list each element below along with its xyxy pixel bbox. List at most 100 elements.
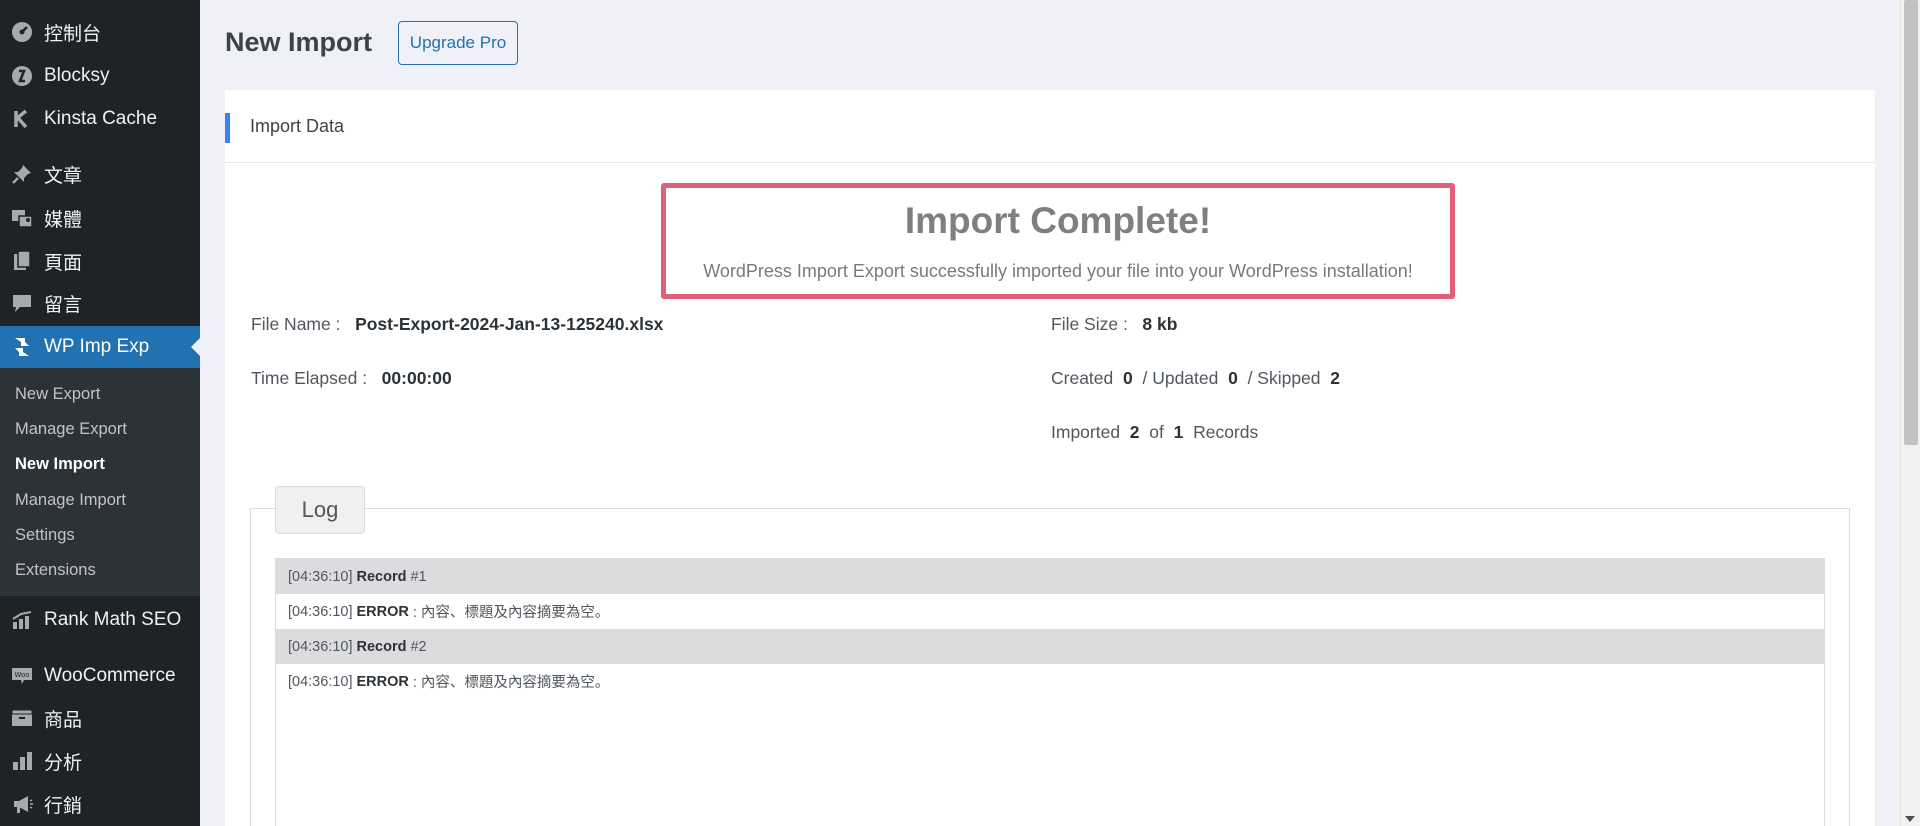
file-name-label: File Name : (251, 314, 341, 334)
card-title: Import Data (250, 116, 345, 136)
sidebar-item-woocommerce[interactable]: Woo WooCommerce (0, 656, 200, 696)
svg-text:Woo: Woo (14, 671, 29, 679)
sidebar-item-label: 文章 (44, 165, 83, 187)
media-icon (10, 206, 34, 230)
of-label: of (1149, 422, 1164, 442)
sidebar-item-comments[interactable]: 留言 (0, 283, 200, 323)
dashboard-icon (10, 20, 34, 44)
log-kind: Record (356, 638, 407, 655)
time-elapsed-info: Time Elapsed : 00:00:00 (251, 368, 452, 389)
updated-label: / Updated (1142, 368, 1219, 388)
total-value: 1 (1173, 422, 1184, 442)
sidebar-item-blocksy[interactable]: Blocksy (0, 56, 200, 96)
sidebar-item-label: 媒體 (44, 209, 83, 231)
log-text: #1 (410, 568, 427, 585)
page-scrollbar[interactable] (1900, 0, 1920, 826)
import-complete-message: WordPress Import Export successfully imp… (703, 261, 1413, 281)
log-kind: ERROR (356, 673, 409, 690)
records-label: Records (1193, 422, 1259, 442)
sidebar-item-dashboard[interactable]: 控制台 (0, 12, 200, 52)
file-size-value: 8 kb (1142, 314, 1178, 334)
log-text: #2 (410, 638, 427, 655)
sidebar-item-kinsta-cache[interactable]: Kinsta Cache (0, 99, 200, 139)
log-legend: Log (275, 486, 365, 534)
result-counts: Created 0 / Updated 0 / Skipped 2 (1051, 368, 1340, 389)
created-label: Created (1051, 368, 1114, 388)
import-complete-heading: Import Complete! (904, 200, 1212, 241)
submenu-extensions[interactable]: Extensions (15, 561, 96, 580)
sidebar-item-label: WooCommerce (44, 665, 176, 686)
woocommerce-icon: Woo (10, 664, 34, 688)
rank-math-icon (10, 608, 34, 632)
log-text: : 內容、標題及內容摘要為空。 (412, 675, 610, 691)
sidebar-item-label: Kinsta Cache (44, 108, 158, 129)
sidebar-item-label: 行銷 (44, 795, 83, 817)
sidebar-item-wp-imp-exp[interactable]: WP Imp Exp (0, 326, 200, 368)
import-complete-banner: Import Complete! WordPress Import Export… (661, 183, 1455, 299)
log-kind: Record (356, 568, 407, 585)
file-size-info: File Size : 8 kb (1051, 314, 1177, 335)
sidebar-item-label: 留言 (44, 294, 83, 316)
accent-bar (225, 113, 230, 143)
megaphone-icon (10, 792, 34, 816)
import-data-card: Import Data Import Complete! WordPress I… (225, 90, 1875, 826)
sidebar-item-analytics[interactable]: 分析 (0, 741, 200, 781)
sidebar-item-label: 頁面 (44, 252, 83, 274)
sidebar-item-products[interactable]: 商品 (0, 698, 200, 738)
sidebar-item-label: 商品 (44, 709, 83, 731)
log-panel[interactable]: [04:36:10] Record #1 [04:36:10] ERROR : … (275, 558, 1825, 826)
scroll-down-arrow-icon[interactable] (1905, 816, 1915, 822)
log-time: [04:36:10] (288, 673, 353, 690)
sidebar-item-label: 分析 (44, 752, 83, 774)
log-time: [04:36:10] (288, 568, 353, 585)
submenu-new-import[interactable]: New Import (15, 455, 105, 474)
skipped-value: 2 (1330, 368, 1340, 388)
created-value: 0 (1123, 368, 1133, 388)
time-elapsed-label: Time Elapsed : (251, 368, 368, 388)
log-time: [04:36:10] (288, 603, 353, 620)
products-icon (10, 706, 34, 730)
kinsta-icon (10, 107, 34, 131)
sidebar-item-media[interactable]: 媒體 (0, 198, 200, 238)
pin-icon (10, 162, 34, 186)
sidebar-item-posts[interactable]: 文章 (0, 154, 200, 194)
admin-sidebar: 控制台 Blocksy Kinsta Cache 文章 媒體 頁面 留言 WP … (0, 0, 200, 826)
updated-value: 0 (1228, 368, 1238, 388)
sidebar-submenu: New Export Manage Export New Import Mana… (0, 368, 200, 596)
analytics-icon (10, 749, 34, 773)
page-title: New Import (225, 27, 373, 57)
submenu-new-export[interactable]: New Export (15, 385, 100, 404)
file-name-info: File Name : Post-Export-2024-Jan-13-1252… (251, 314, 663, 335)
imported-value: 2 (1129, 422, 1140, 442)
blocksy-icon (10, 64, 34, 88)
sidebar-item-label: Rank Math SEO (44, 609, 182, 630)
submenu-manage-export[interactable]: Manage Export (15, 420, 127, 439)
imported-records: Imported 2 of 1 Records (1051, 422, 1258, 443)
log-kind: ERROR (356, 603, 409, 620)
sidebar-item-label: WP Imp Exp (44, 336, 150, 357)
log-row: [04:36:10] Record #1 (276, 559, 1824, 594)
upgrade-pro-button[interactable]: Upgrade Pro (398, 21, 518, 65)
page-icon (10, 249, 34, 273)
sidebar-item-label: Blocksy (44, 65, 110, 86)
imp-exp-icon (10, 335, 34, 359)
sidebar-item-pages[interactable]: 頁面 (0, 241, 200, 281)
scrollbar-thumb[interactable] (1904, 0, 1918, 445)
log-row: [04:36:10] ERROR : 內容、標題及內容摘要為空。 (276, 664, 1824, 699)
skipped-label: / Skipped (1247, 368, 1321, 388)
imported-label: Imported (1051, 422, 1121, 442)
log-text: : 內容、標題及內容摘要為空。 (412, 605, 610, 621)
comment-icon (10, 291, 34, 315)
log-time: [04:36:10] (288, 638, 353, 655)
log-row: [04:36:10] Record #2 (276, 629, 1824, 664)
file-name-value: Post-Export-2024-Jan-13-125240.xlsx (355, 314, 664, 334)
log-row: [04:36:10] ERROR : 內容、標題及內容摘要為空。 (276, 594, 1824, 629)
submenu-settings[interactable]: Settings (15, 526, 75, 545)
sidebar-item-rank-math-seo[interactable]: Rank Math SEO (0, 600, 200, 640)
submenu-manage-import[interactable]: Manage Import (15, 491, 126, 510)
sidebar-item-marketing[interactable]: 行銷 (0, 784, 200, 824)
card-header: Import Data (225, 90, 1875, 163)
sidebar-item-label: 控制台 (44, 23, 102, 45)
file-size-label: File Size : (1051, 314, 1128, 334)
time-elapsed-value: 00:00:00 (381, 368, 452, 388)
